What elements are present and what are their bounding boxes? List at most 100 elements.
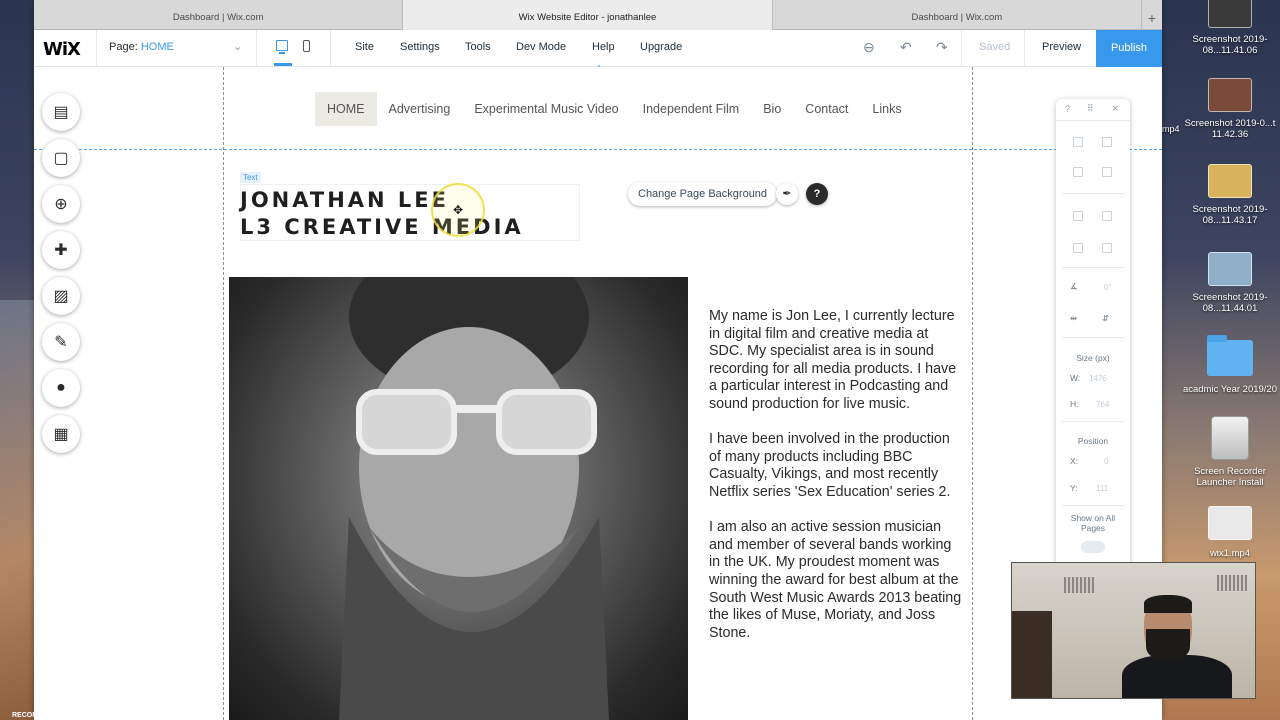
site-nav-bio[interactable]: Bio: [751, 92, 793, 126]
preview-button[interactable]: Preview: [1042, 41, 1081, 53]
drag-handle-icon[interactable]: ⠿: [1087, 103, 1094, 114]
show-on-all-pages-toggle[interactable]: [1081, 541, 1105, 553]
size-label: Size (px): [1076, 353, 1110, 363]
desktop-icon-video[interactable]: wix1.mp4: [1180, 506, 1280, 559]
rotate-icon[interactable]: ∡: [1070, 281, 1078, 292]
divider: [96, 30, 97, 67]
bio-paragraph-3: I am also an active session musician and…: [709, 519, 962, 641]
portrait-illustration: [339, 277, 609, 720]
media-icon[interactable]: ▨: [42, 277, 80, 315]
site-nav-home[interactable]: HOME: [315, 92, 377, 126]
disk-icon: [1211, 416, 1249, 460]
ceiling-vent: [1064, 577, 1094, 593]
site-nav-advertising[interactable]: Advertising: [377, 92, 463, 126]
desktop-partial-label: mp4: [1162, 124, 1180, 134]
move-cursor-icon: ✥: [453, 203, 464, 217]
edit-design-icon[interactable]: ✒: [776, 183, 798, 205]
y-label: Y:: [1070, 483, 1078, 493]
help-icon[interactable]: ?: [806, 183, 828, 205]
paste-icon[interactable]: [1102, 137, 1112, 147]
zoom-out-icon[interactable]: ⊖: [863, 39, 875, 56]
new-tab-button[interactable]: +: [1142, 0, 1162, 29]
save-button[interactable]: Saved: [979, 41, 1010, 53]
browser-window: Dashboard | Wix.com Wix Website Editor -…: [34, 0, 1162, 720]
site-nav-experimental-music-video[interactable]: Experimental Music Video: [462, 92, 630, 126]
close-icon[interactable]: ×: [1112, 103, 1118, 115]
desktop-icon-screenshot-1[interactable]: Screenshot 2019-08...11.41.06: [1180, 0, 1280, 56]
presenter-hair: [1144, 595, 1192, 613]
redo-icon[interactable]: ↷: [936, 39, 948, 56]
blog-icon[interactable]: ✎: [42, 323, 80, 361]
panel-help-icon[interactable]: ?: [1065, 104, 1070, 114]
desktop-icon-label: wix1.mp4: [1209, 548, 1251, 559]
site-nav-contact[interactable]: Contact: [793, 92, 860, 126]
menu-site[interactable]: Site: [355, 41, 374, 53]
wix-logo[interactable]: WiX: [43, 39, 81, 60]
distribute-icon[interactable]: [1102, 243, 1112, 253]
header-boundary-line: [34, 149, 1162, 150]
desktop-icon-screenshot-3[interactable]: Screenshot 2019-08...11.43.17: [1180, 164, 1280, 226]
divider: [961, 30, 962, 67]
image-thumbnail-icon: [1208, 164, 1252, 198]
menus-pages-icon[interactable]: ▤: [42, 93, 80, 131]
tab-dashboard-1[interactable]: Dashboard | Wix.com: [34, 0, 404, 30]
desktop-icon-label: Screenshot 2019-0...t 11.42.36: [1184, 118, 1276, 140]
add-apps-icon[interactable]: ✚: [42, 231, 80, 269]
change-page-background-button[interactable]: Change Page Background: [628, 182, 778, 206]
desktop-icon-screenshot-4[interactable]: Screenshot 2019-08...11.44.01: [1180, 252, 1280, 314]
height-field[interactable]: 764: [1096, 400, 1109, 409]
menu-upgrade[interactable]: Upgrade: [640, 41, 682, 53]
bio-paragraph-1: My name is Jon Lee, I currently lecture …: [709, 308, 957, 412]
profile-photo[interactable]: [229, 277, 688, 720]
page-selector-label: Page:: [109, 41, 138, 53]
image-thumbnail-icon: [1208, 0, 1252, 28]
divider: [1062, 505, 1124, 506]
mobile-view-icon[interactable]: [303, 40, 310, 52]
delete-icon[interactable]: [1102, 167, 1112, 177]
flip-vertical-icon[interactable]: ⇵: [1102, 313, 1109, 324]
position-label: Position: [1077, 436, 1109, 446]
desktop-icon-label: Screenshot 2019-08...11.43.17: [1192, 204, 1268, 226]
editor-canvas[interactable]: ▤ ▢ ⊕ ✚ ▨ ✎ ● ▦ HOME Advertising Experim…: [34, 67, 1162, 720]
desktop-view-icon[interactable]: [276, 40, 288, 54]
menu-settings[interactable]: Settings: [400, 41, 440, 53]
site-nav-independent-film[interactable]: Independent Film: [631, 92, 752, 126]
x-field[interactable]: 0: [1104, 457, 1108, 466]
desktop-icon-screenshot-2[interactable]: Screenshot 2019-0...t 11.42.36: [1180, 78, 1280, 140]
send-backward-icon[interactable]: [1102, 211, 1112, 221]
page-selector[interactable]: Page: HOME: [109, 41, 174, 53]
flip-horizontal-icon[interactable]: ⇹: [1070, 313, 1077, 324]
rotate-value[interactable]: 0°: [1104, 283, 1112, 292]
copy-icon[interactable]: [1073, 137, 1083, 147]
menu-dev-mode[interactable]: Dev Mode: [516, 41, 566, 53]
duplicate-icon[interactable]: [1073, 167, 1083, 177]
bring-forward-icon[interactable]: [1073, 211, 1083, 221]
bio-text[interactable]: My name is Jon Lee, I currently lecture …: [709, 308, 964, 660]
tab-dashboard-2[interactable]: Dashboard | Wix.com: [773, 0, 1142, 30]
menu-tools[interactable]: Tools: [465, 41, 491, 53]
chat-icon[interactable]: ●: [42, 369, 80, 407]
page-selector-value: HOME: [140, 41, 174, 53]
align-icon[interactable]: [1073, 243, 1083, 253]
bookings-icon[interactable]: ▦: [42, 415, 80, 453]
site-nav-links[interactable]: Links: [860, 92, 913, 126]
undo-icon[interactable]: ↶: [900, 39, 912, 56]
right-grid-line: [972, 67, 973, 720]
background-icon[interactable]: ▢: [42, 139, 80, 177]
show-on-all-pages-label: Show on All Pages: [1070, 513, 1116, 533]
publish-button[interactable]: Publish: [1096, 30, 1162, 67]
site-title-line-1[interactable]: JONATHAN LEE: [240, 188, 449, 212]
chevron-down-icon[interactable]: ⌄: [233, 40, 242, 53]
desktop-icon-disk[interactable]: Screen Recorder Launcher Install: [1180, 416, 1280, 488]
add-icon[interactable]: ⊕: [42, 185, 80, 223]
left-grid-line: [223, 67, 224, 720]
divider: [330, 30, 331, 67]
menu-help[interactable]: Help: [592, 41, 615, 53]
y-field[interactable]: 111: [1096, 484, 1108, 493]
editor-top-bar: WiX Page: HOME ⌄ Site Settings Tools Dev…: [34, 30, 1162, 75]
width-field[interactable]: 1476: [1089, 374, 1107, 383]
desktop-icon-folder[interactable]: acadmic Year 2019/20: [1180, 335, 1280, 395]
divider: [1062, 337, 1124, 338]
video-thumbnail-icon: [1208, 506, 1252, 540]
tab-wix-editor[interactable]: Wix Website Editor - jonathanlee: [403, 0, 773, 30]
